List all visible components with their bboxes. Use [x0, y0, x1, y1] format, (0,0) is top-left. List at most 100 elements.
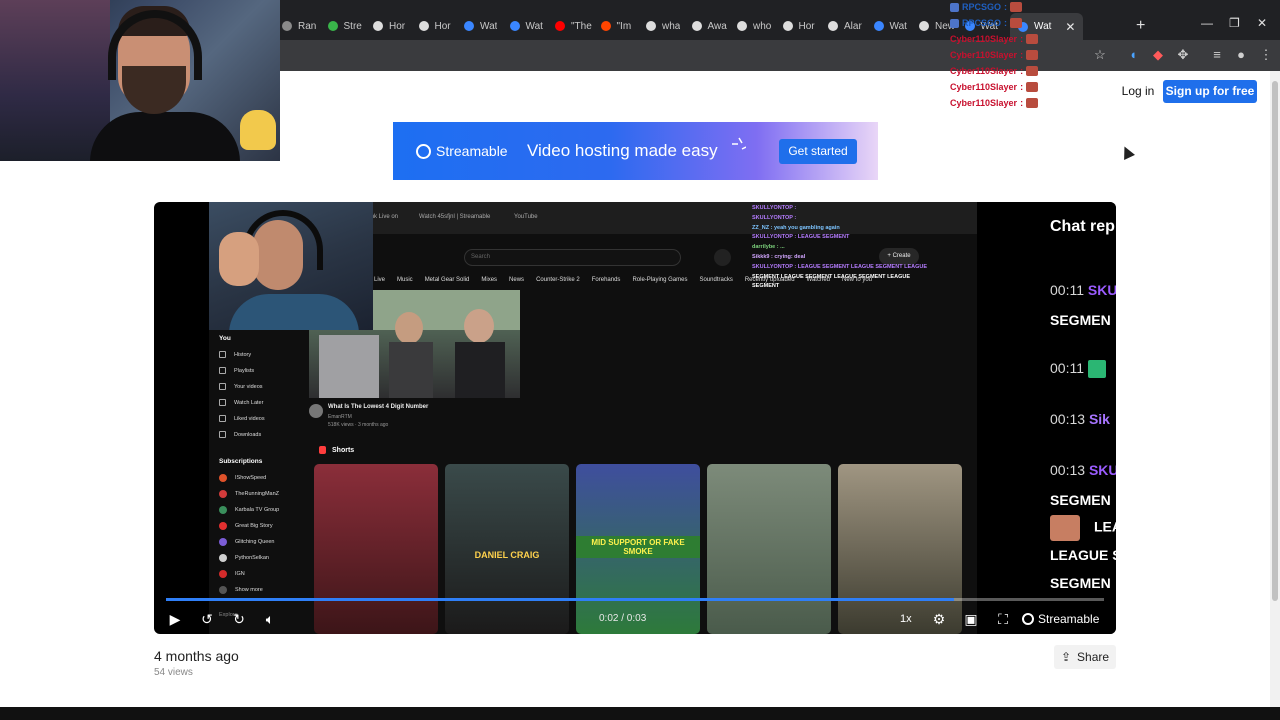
recorded-chat-line: ZZ_NZ : yeah you gambling again	[752, 224, 840, 231]
browser-tab[interactable]: "Im	[600, 15, 631, 37]
upload-age: 4 months ago	[154, 648, 239, 664]
share-button[interactable]: ⇪ Share	[1054, 645, 1116, 669]
sidebar-item-icon	[219, 431, 226, 438]
screen: + — ❐ ✕ Ran Stre Hor Hor Wat Wat "The "Im wha Awa…	[0, 0, 1280, 720]
streamable-logo-icon	[416, 144, 431, 159]
chat-replay-time: 00:11	[1050, 282, 1088, 298]
picture-in-picture-icon[interactable]: ▣	[962, 610, 980, 628]
x-icon	[782, 21, 793, 31]
recorded-chat-line: SKULLYONTOP :	[752, 214, 797, 221]
recorded-chip: Live	[374, 277, 386, 283]
profile-avatar-icon[interactable]: ●	[1233, 47, 1249, 63]
promo-banner[interactable]: Streamable Video hosting made easy Get s…	[393, 122, 878, 180]
bookmark-star-icon[interactable]: ☆	[1092, 47, 1108, 63]
recorded-chat-line: SKULLYONTOP :	[752, 205, 797, 211]
subscription-item: Show more	[219, 586, 263, 594]
recorded-sidebar-item: Playlists	[219, 367, 254, 374]
overlay-chat-separator: :	[1020, 98, 1024, 108]
browser-tab[interactable]: Stre	[327, 15, 362, 37]
recorded-sidebar: You History Playlists Your videos Watch Late…	[209, 330, 305, 634]
video-player[interactable]: Link Live on Watch 45sfjnl | Streamable Yo…	[154, 202, 1116, 634]
browser-tab[interactable]: Hor	[782, 15, 815, 37]
overlay-chat-line: RPCSGO:	[950, 1, 1023, 13]
browser-tab[interactable]: Wat	[464, 15, 497, 37]
overlay-chat-user: Cyber110Slayer	[950, 50, 1018, 60]
browser-tab[interactable]: Alar	[828, 15, 862, 37]
subscription-label: IShowSpeed	[235, 475, 267, 481]
browser-tab[interactable]: "The	[555, 15, 592, 37]
browser-tab[interactable]: Awa	[691, 15, 727, 37]
streamable-watermark-link[interactable]: Streamable	[1022, 610, 1099, 628]
browser-tab-label: Awa	[707, 20, 727, 32]
signup-button[interactable]: Sign up for free	[1163, 80, 1257, 103]
more-options-icon[interactable]: ⋮	[1258, 47, 1274, 63]
minimize-icon[interactable]: —	[1201, 16, 1213, 30]
recorded-sidebar-label: Liked videos	[234, 415, 265, 422]
extensions-puzzle-icon[interactable]: ✥	[1175, 47, 1191, 63]
get-started-button[interactable]: Get started	[779, 139, 857, 164]
fast-forward-icon[interactable]: ↻	[230, 610, 248, 628]
chat-replay-line: LEAGUE S	[1050, 547, 1116, 563]
browser-tab[interactable]: Wat	[873, 15, 907, 37]
subscription-label: Show more	[235, 587, 263, 593]
banner-tagline: Video hosting made easy	[527, 141, 718, 160]
recorded-sidebar-label: Downloads	[234, 431, 262, 438]
subscription-item: IGN	[219, 570, 245, 578]
play-icon[interactable]: ▶	[166, 610, 184, 628]
overlay-chat-user: RPCSGO	[962, 18, 1002, 28]
media-control-icon[interactable]: ≡	[1209, 47, 1225, 63]
page-scrollbar[interactable]	[1270, 71, 1280, 707]
progress-bar[interactable]	[166, 598, 1104, 601]
browser-tab[interactable]: Wat	[509, 15, 543, 37]
shorts-heading: Shorts	[319, 446, 354, 454]
sidebar-item-icon	[219, 383, 226, 390]
chart-icon	[327, 21, 338, 31]
featured-title: What Is The Lowest 4 Digit Number	[328, 404, 429, 410]
channel-avatar-icon	[219, 474, 227, 482]
chat-replay-line: SEGMEN	[1050, 312, 1111, 328]
recorded-sidebar-item: Your videos	[219, 383, 263, 390]
scrollbar-thumb[interactable]	[1272, 81, 1278, 601]
chat-emote-icon	[1050, 515, 1080, 541]
browser-tab[interactable]: who	[737, 15, 771, 37]
new-tab-button[interactable]: +	[1136, 17, 1145, 35]
settings-gear-icon[interactable]: ⚙	[930, 610, 948, 628]
chat-replay-user: SEGMEN	[1050, 575, 1111, 591]
x-icon	[828, 21, 838, 31]
short-caption: DANIEL CRAIG	[474, 550, 540, 560]
share-label: Share	[1077, 650, 1110, 664]
chat-replay-line: SEGMEN	[1050, 492, 1111, 508]
close-window-icon[interactable]: ✕	[1257, 16, 1267, 30]
subscription-item: PythonSelkan	[219, 554, 269, 562]
subscription-label: PythonSelkan	[235, 555, 269, 561]
chat-replay-line: 00:11 SKU	[1050, 282, 1116, 298]
chat-emote-icon	[1087, 360, 1106, 379]
browser-tab[interactable]: Ran	[282, 15, 316, 37]
extension-shield-icon[interactable]: ◆	[1150, 47, 1166, 63]
channel-avatar-icon	[219, 522, 227, 530]
volume-icon[interactable]: 🔈︎	[261, 610, 279, 628]
chat-replay-time: 00:13	[1050, 411, 1089, 427]
sidebar-you-heading: You	[219, 335, 231, 342]
extension-audio-icon[interactable]: ◖	[1125, 47, 1141, 63]
playback-speed-button[interactable]: 1x	[900, 611, 912, 627]
overlay-chat-line: RPCSGO:	[950, 17, 1023, 29]
short-thumbnail	[314, 464, 438, 634]
maximize-icon[interactable]: ❐	[1229, 16, 1240, 30]
browser-tab[interactable]: Hor	[418, 15, 451, 37]
short-thumbnail	[707, 464, 831, 634]
browser-tab[interactable]: Hor	[373, 15, 405, 37]
subscription-item: TheRunningManZ	[219, 490, 279, 498]
close-tab-icon[interactable]: ✕	[1065, 20, 1075, 34]
overlay-chat-separator: :	[1020, 50, 1024, 60]
chat-replay-line: 00:11	[1050, 360, 1106, 379]
subscription-label: IGN	[235, 571, 245, 577]
streamable-watermark-text: Streamable	[1038, 612, 1100, 626]
browser-tab[interactable]: wha	[646, 15, 680, 37]
channel-avatar-icon	[219, 506, 227, 514]
rewind-icon[interactable]: ↺	[198, 610, 216, 628]
fullscreen-icon[interactable]: ⛶	[994, 610, 1012, 628]
google-icon	[737, 21, 747, 31]
login-link[interactable]: Log in	[1116, 80, 1160, 102]
subscription-item: Great Big Story	[219, 522, 273, 530]
